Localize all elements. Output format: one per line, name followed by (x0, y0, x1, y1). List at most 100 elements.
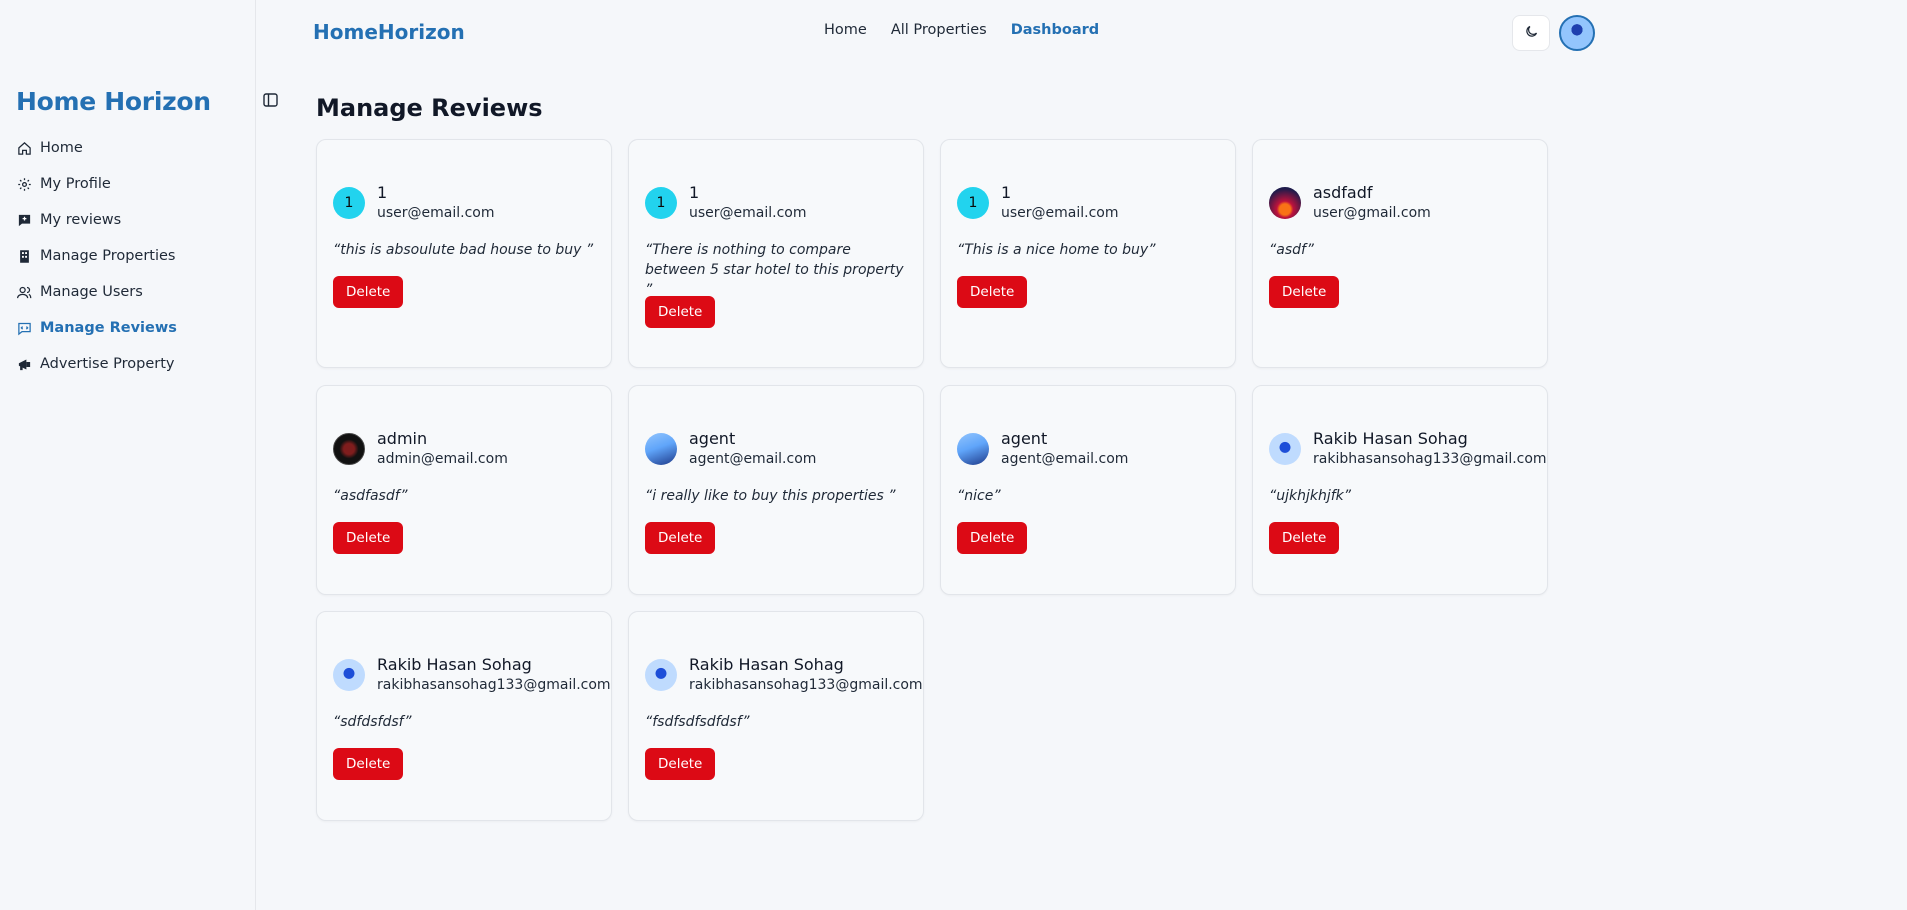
sidebar-item-home[interactable]: Home (16, 130, 177, 166)
delete-button[interactable]: Delete (1269, 276, 1340, 308)
gear-icon (16, 176, 32, 192)
reviewer-email: user@email.com (1001, 205, 1119, 221)
reviewer-info: Rakib Hasan Sohag rakibhasansohag133@gmai… (1269, 429, 1547, 469)
delete-button[interactable]: Delete (957, 276, 1028, 308)
users-icon (16, 284, 32, 300)
review-text: “nice” (957, 488, 1001, 504)
reviewer-name: Rakib Hasan Sohag (1313, 429, 1468, 448)
delete-button[interactable]: Delete (957, 522, 1028, 554)
reviewer-info: agent agent@email.com (957, 429, 1128, 469)
reviewer-name: 1 (689, 183, 700, 202)
reviewer-name: admin (377, 429, 428, 448)
building-icon (16, 248, 32, 264)
review-icon (16, 320, 32, 336)
review-text: “There is nothing to compare between 5 s… (645, 242, 904, 298)
sidebar-item-my-profile[interactable]: My Profile (16, 166, 177, 202)
avatar: 1 (333, 187, 365, 219)
reviewer-name: agent (1001, 429, 1048, 448)
reviewer-email: agent@email.com (1001, 451, 1129, 467)
reviewer-email: rakibhasansohag133@gmail.com (689, 677, 923, 693)
sidebar-item-label: My reviews (40, 212, 122, 228)
sidebar-brand[interactable]: Home Horizon (16, 87, 211, 116)
review-text: “asdfasdf” (333, 488, 408, 504)
user-avatar[interactable] (1559, 15, 1595, 51)
sidebar-item-label: Manage Reviews (40, 320, 177, 336)
reviewer-name: 1 (377, 183, 388, 202)
reviewer-info: Rakib Hasan Sohag rakibhasansohag133@gmai… (645, 655, 923, 695)
top-logo[interactable]: HomeHorizon (313, 20, 465, 44)
avatar (1269, 433, 1301, 465)
review-card: asdfadf user@gmail.com “asdf” Delete (1252, 139, 1548, 368)
avatar (333, 659, 365, 691)
reviewer-name: asdfadf (1313, 183, 1373, 202)
megaphone-icon (16, 356, 32, 372)
reviewer-info: 1 1 user@email.com (645, 183, 807, 223)
delete-button[interactable]: Delete (1269, 522, 1340, 554)
reviewer-info: Rakib Hasan Sohag rakibhasansohag133@gmai… (333, 655, 611, 695)
reviewer-name: Rakib Hasan Sohag (689, 655, 844, 674)
avatar: 1 (645, 187, 677, 219)
house-icon (16, 140, 32, 156)
sidebar-item-advertise-property[interactable]: Advertise Property (16, 346, 177, 382)
sidebar-item-label: Manage Properties (40, 248, 176, 264)
reviewer-email: admin@email.com (377, 451, 508, 467)
review-card: agent agent@email.com “nice” Delete (940, 385, 1236, 595)
review-text: “This is a nice home to buy” (957, 242, 1156, 258)
delete-button[interactable]: Delete (333, 276, 404, 308)
avatar (1269, 187, 1301, 219)
topnav-home[interactable]: Home (824, 22, 867, 38)
delete-button[interactable]: Delete (645, 748, 716, 780)
delete-button[interactable]: Delete (645, 522, 716, 554)
reviewer-email: agent@email.com (689, 451, 817, 467)
review-card: 1 1 user@email.com “This is a nice home t… (940, 139, 1236, 368)
reviewer-email: user@gmail.com (1313, 205, 1431, 221)
review-card: 1 1 user@email.com “this is absoulute bad… (316, 139, 612, 368)
sidebar-item-label: Home (40, 140, 83, 156)
sidebar-item-label: My Profile (40, 176, 111, 192)
reviewer-email: user@email.com (377, 205, 495, 221)
reviewer-name: 1 (1001, 183, 1012, 202)
review-card: agent agent@email.com “i really like to b… (628, 385, 924, 595)
avatar: 1 (957, 187, 989, 219)
reviewer-info: agent agent@email.com (645, 429, 816, 469)
reviewer-info: 1 1 user@email.com (333, 183, 495, 223)
review-card: Rakib Hasan Sohag rakibhasansohag133@gmai… (628, 611, 924, 821)
sidebar-item-label: Manage Users (40, 284, 143, 300)
reviewer-email: user@email.com (689, 205, 807, 221)
moon-icon (1524, 24, 1539, 43)
avatar (333, 433, 365, 465)
reviewer-name: agent (689, 429, 736, 448)
theme-toggle-button[interactable] (1512, 15, 1550, 51)
review-text: “this is absoulute bad house to buy ” (333, 242, 594, 258)
sidebar-item-my-reviews[interactable]: My reviews (16, 202, 177, 238)
review-text: “ujkhjkhjfk” (1269, 488, 1352, 504)
review-text: “asdf” (1269, 242, 1314, 258)
avatar (957, 433, 989, 465)
reviewer-info: asdfadf user@gmail.com (1269, 183, 1431, 223)
avatar (645, 433, 677, 465)
reviewer-name: Rakib Hasan Sohag (377, 655, 532, 674)
topnav-all-properties[interactable]: All Properties (891, 22, 987, 38)
sidebar-nav: Home My Profile My reviews Manage Proper… (16, 130, 177, 382)
review-card: admin admin@email.com “asdfasdf” Delete (316, 385, 612, 595)
topnav-dashboard[interactable]: Dashboard (1011, 22, 1099, 38)
review-card: 1 1 user@email.com “There is nothing to c… (628, 139, 924, 368)
sidebar-item-manage-properties[interactable]: Manage Properties (16, 238, 177, 274)
top-nav: Home All Properties Dashboard (824, 22, 1099, 38)
reviewer-email: rakibhasansohag133@gmail.com (377, 677, 611, 693)
review-text: “i really like to buy this properties ” (645, 488, 896, 504)
sidebar-item-manage-users[interactable]: Manage Users (16, 274, 177, 310)
sidebar: Home Horizon Home My Profile My reviews … (0, 0, 256, 910)
delete-button[interactable]: Delete (333, 748, 404, 780)
delete-button[interactable]: Delete (333, 522, 404, 554)
review-card: Rakib Hasan Sohag rakibhasansohag133@gmai… (1252, 385, 1548, 595)
delete-button[interactable]: Delete (645, 296, 716, 328)
sidebar-toggle-icon[interactable] (262, 92, 278, 108)
review-text: “fsdfsdfsdfdsf” (645, 714, 750, 730)
message-icon (16, 212, 32, 228)
avatar (645, 659, 677, 691)
sidebar-item-manage-reviews[interactable]: Manage Reviews (16, 310, 177, 346)
reviewer-info: admin admin@email.com (333, 429, 508, 469)
reviewer-email: rakibhasansohag133@gmail.com (1313, 451, 1547, 467)
page-title: Manage Reviews (316, 94, 543, 122)
